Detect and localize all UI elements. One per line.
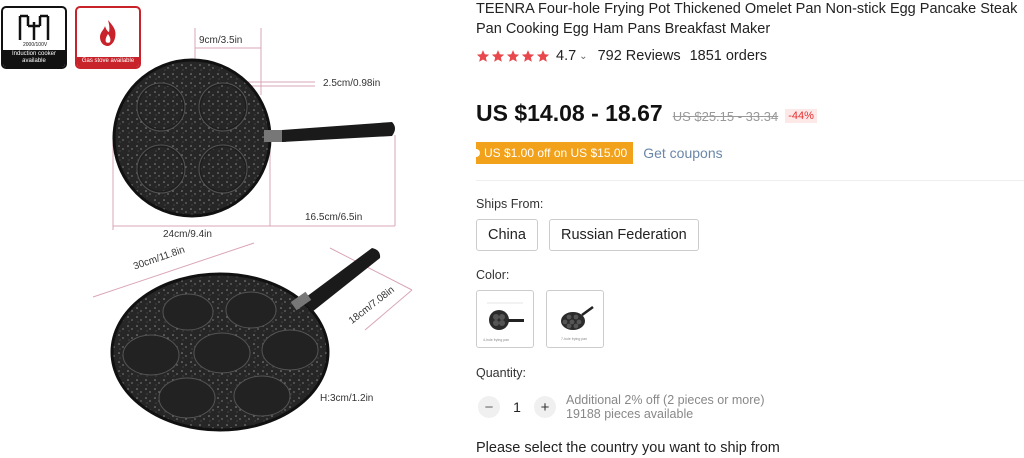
price-row: US $14.08 - 18.67 US $25.15 - 33.34 -44%: [476, 100, 817, 127]
dim-hole-depth: 2.5cm/0.98in: [323, 78, 381, 89]
coupon-row: US $1.00 off on US $15.00 Get coupons: [471, 142, 723, 164]
pan-thumbnail-icon: 7-hole frying pan: [561, 305, 594, 341]
star-icon: [476, 50, 490, 62]
pan-thumbnail-icon: 4-hole frying pan: [483, 302, 524, 342]
color-option-7-hole-caption: 7-hole frying pan: [561, 337, 587, 341]
color-label: Color:: [476, 268, 510, 282]
star-icon: [491, 50, 505, 62]
quantity-plus-button[interactable]: +: [534, 396, 556, 418]
color-option-4-hole-caption: 4-hole frying pan: [483, 338, 509, 342]
original-price: US $25.15 - 33.34: [672, 109, 779, 124]
get-coupons-link[interactable]: Get coupons: [643, 145, 722, 161]
dim-height: H:3cm/1.2in: [320, 393, 374, 404]
quantity-stepper: − 1 + Additional 2% off (2 pieces or mor…: [478, 393, 764, 421]
dim-handle-length: 16.5cm/6.5in: [305, 212, 363, 223]
quantity-note: Additional 2% off (2 pieces or more) 191…: [566, 393, 764, 421]
ship-country-note: Please select the country you want to sh…: [476, 440, 780, 456]
color-option-4-hole[interactable]: 4-hole frying pan: [476, 290, 534, 348]
ship-option-russia[interactable]: Russian Federation: [549, 219, 699, 251]
reviews-link[interactable]: 792 Reviews: [598, 48, 681, 64]
price: US $14.08 - 18.67: [476, 100, 663, 126]
rating-stars: [476, 49, 550, 63]
quantity-label: Quantity:: [476, 366, 527, 380]
pieces-available: 19188 pieces available: [566, 407, 694, 421]
dim-top-width: 9cm/3.5in: [199, 35, 243, 46]
chevron-down-icon[interactable]: ⌄: [579, 51, 587, 62]
divider: [476, 180, 1024, 181]
rating-score[interactable]: 4.7: [556, 48, 576, 64]
color-option-7-hole[interactable]: 7-hole frying pan: [546, 290, 604, 348]
star-icon: [521, 50, 535, 62]
additional-discount-note: Additional 2% off (2 pieces or more): [566, 393, 765, 407]
product-title: TEENRA Four-hole Frying Pot Thickened Om…: [476, 1, 1018, 37]
quantity-input[interactable]: 1: [500, 399, 534, 415]
coupon-tag[interactable]: US $1.00 off on US $15.00: [471, 142, 634, 164]
product-image[interactable]: 2000/100V Induction cooker available Gas…: [0, 0, 462, 458]
rating-row: 4.7 ⌄ 792 Reviews 1851 orders: [476, 48, 767, 64]
pan-illustration: [92, 28, 413, 432]
product-info: TEENRA Four-hole Frying Pot Thickened Om…: [471, 0, 1024, 458]
ships-from-label: Ships From:: [476, 197, 544, 211]
orders-count: 1851 orders: [689, 48, 767, 64]
dim-pan-diameter: 24cm/9.4in: [163, 229, 212, 240]
ship-option-china[interactable]: China: [476, 219, 538, 251]
star-icon: [536, 50, 550, 62]
quantity-minus-button[interactable]: −: [478, 396, 500, 418]
star-icon: [506, 50, 520, 62]
discount-badge: -44%: [785, 109, 817, 123]
